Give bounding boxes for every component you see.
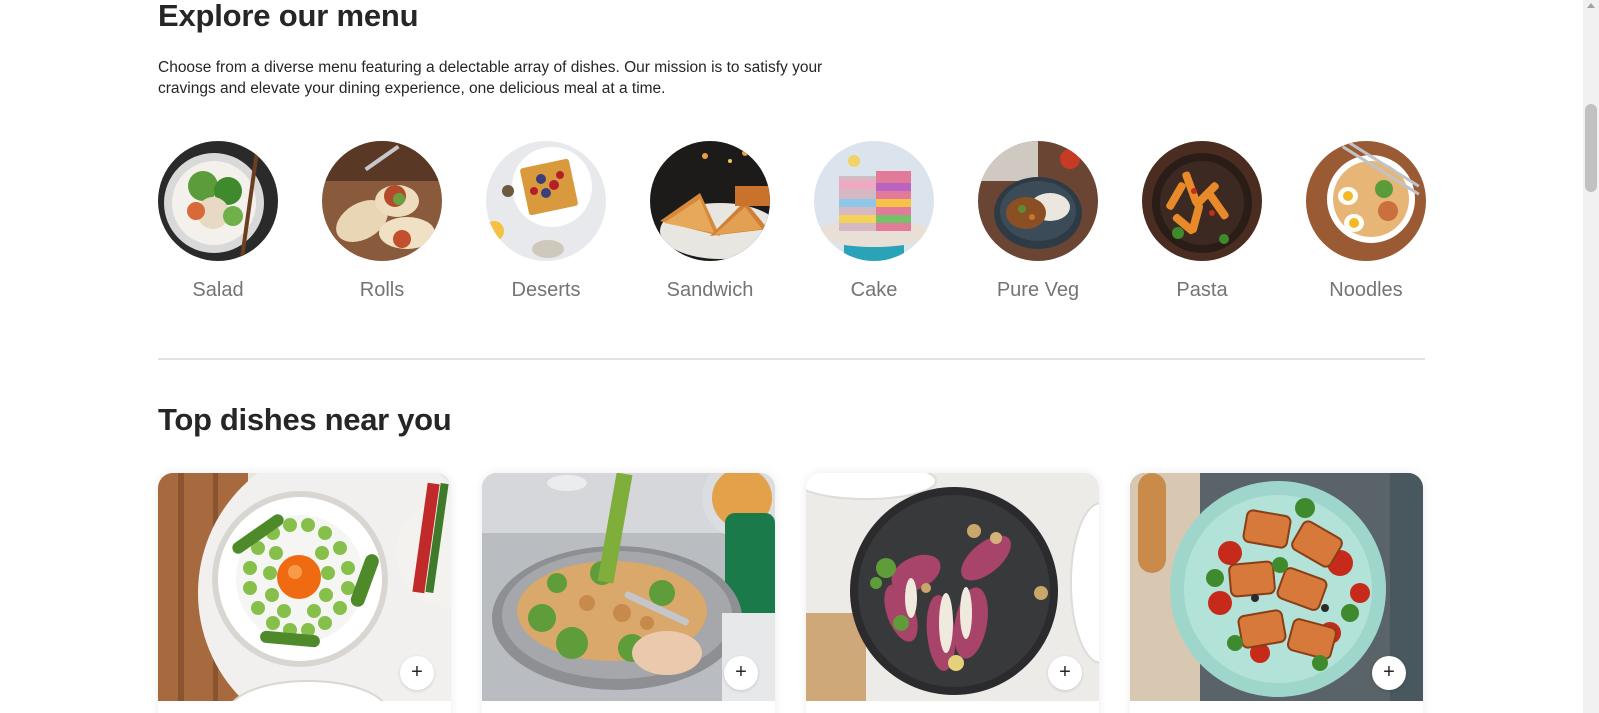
pure-veg-image <box>978 141 1098 261</box>
menu-item-label: Pure Veg <box>996 279 1080 301</box>
pasta-image <box>1142 141 1262 261</box>
menu-item-pasta[interactable]: Pasta <box>1142 141 1262 302</box>
menu-item-cake[interactable]: Cake <box>814 141 934 302</box>
explore-menu-title: Explore our menu <box>158 0 419 33</box>
menu-item-rolls[interactable]: Rolls <box>322 141 442 302</box>
add-to-cart-button[interactable]: + <box>1048 656 1082 690</box>
scroll-up-arrow-icon[interactable] <box>1587 3 1595 8</box>
vertical-scrollbar[interactable] <box>1583 0 1599 713</box>
menu-item-label: Deserts <box>511 279 581 301</box>
salad-image <box>158 141 278 261</box>
food-delivery-page: Explore our menu Choose from a diverse m… <box>0 0 1599 713</box>
explore-menu-description: Choose from a diverse menu featuring a d… <box>158 59 823 97</box>
cake-image <box>814 141 934 261</box>
menu-item-noodles[interactable]: Noodles <box>1306 141 1426 302</box>
menu-item-label: Salad <box>192 279 244 301</box>
menu-item-sandwich[interactable]: Sandwich <box>650 141 770 302</box>
menu-item-pure-veg[interactable]: Pure Veg <box>978 141 1098 302</box>
dish-card[interactable]: + <box>482 473 775 713</box>
top-dishes-title: Top dishes near you <box>158 402 452 437</box>
sandwich-image <box>650 141 770 261</box>
add-to-cart-button[interactable]: + <box>1372 656 1406 690</box>
dish-card[interactable]: + <box>1130 473 1423 713</box>
menu-item-label: Sandwich <box>666 279 754 301</box>
dish-card[interactable]: + <box>806 473 1099 713</box>
add-to-cart-button[interactable]: + <box>400 656 434 690</box>
noodles-image <box>1306 141 1426 261</box>
menu-item-label: Noodles <box>1329 279 1403 301</box>
scrollbar-thumb[interactable] <box>1585 104 1597 192</box>
add-to-cart-button[interactable]: + <box>724 656 758 690</box>
deserts-image <box>486 141 606 261</box>
menu-category-list: Salad Rolls Deserts Sandwich Cake Pure V… <box>158 141 1426 311</box>
rolls-image <box>322 141 442 261</box>
menu-item-label: Cake <box>850 279 898 301</box>
menu-item-salad[interactable]: Salad <box>158 141 278 302</box>
dish-list: + + + + <box>158 473 1425 713</box>
menu-item-label: Pasta <box>1176 279 1228 301</box>
dish-card[interactable]: + <box>158 473 451 713</box>
section-divider <box>158 358 1425 360</box>
menu-item-label: Rolls <box>359 279 405 301</box>
menu-item-deserts[interactable]: Deserts <box>486 141 606 302</box>
